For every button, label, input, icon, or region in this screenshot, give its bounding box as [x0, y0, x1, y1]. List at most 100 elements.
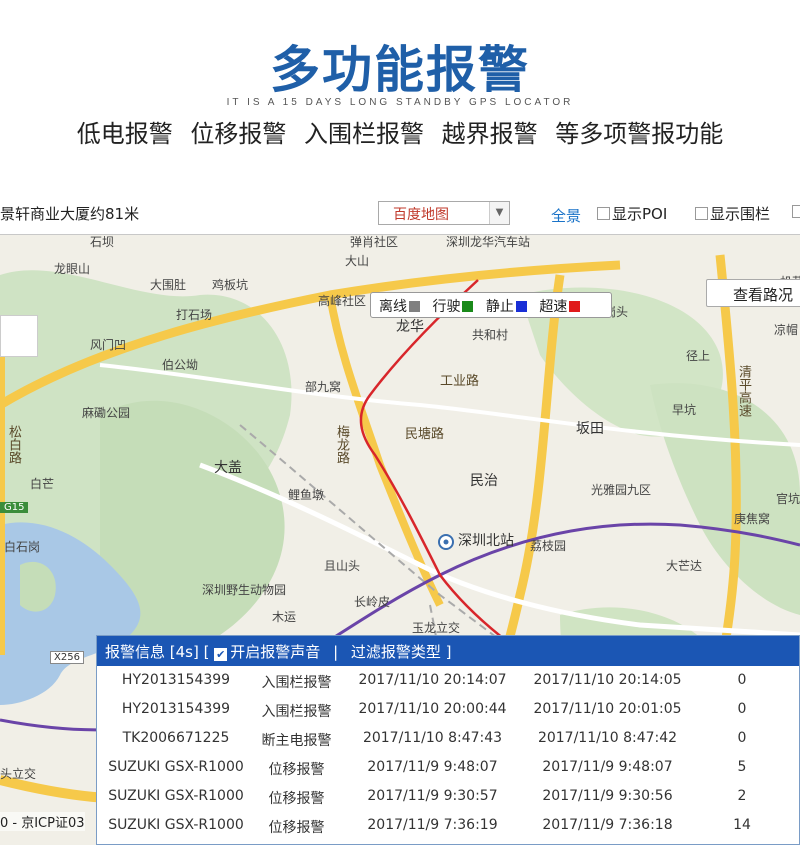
count-cell: 5 — [737, 759, 747, 775]
map-label: 打石场 — [176, 308, 213, 322]
map-label: 长岭皮 — [354, 595, 391, 609]
show-poi-checkbox[interactable]: 显示POI — [597, 203, 667, 224]
table-row[interactable]: TK2006671225 断主电报警 2017/11/10 8:47:43 20… — [97, 724, 799, 753]
checkbox-icon[interactable] — [597, 207, 610, 220]
legend-stationary-label: 静止 — [485, 299, 514, 315]
map-label: 头立交 — [0, 767, 37, 781]
checkbox-icon[interactable] — [792, 205, 800, 218]
map-label: 光雅园九区 — [591, 483, 652, 497]
table-row[interactable]: SUZUKI GSX-R1000 位移报警 2017/11/9 9:48:07 … — [97, 753, 799, 782]
g15-route-badge: G15 — [0, 502, 29, 513]
show-poi-label: 显示POI — [612, 205, 668, 223]
map-label: 梅龙路 — [334, 425, 349, 464]
map-label: 大盖 — [214, 460, 242, 476]
show-fence-checkbox[interactable]: 显示围栏 — [695, 203, 770, 224]
bracket-open: [ — [203, 643, 210, 661]
map-type-value: 百度地图 — [393, 207, 449, 223]
alarm-type-cell: 位移报警 — [268, 762, 325, 778]
extra-checkbox[interactable] — [792, 203, 800, 221]
map-label: 高峰社区 — [318, 294, 367, 308]
map-label: 深圳龙华汽车站 — [446, 235, 531, 249]
map-label: 鸡板坑 — [212, 278, 249, 292]
device-id-cell: SUZUKI GSX-R1000 — [108, 759, 244, 775]
legend-driving-swatch — [462, 301, 474, 312]
map-label: 大围肚 — [150, 278, 187, 292]
map-zoom-control[interactable] — [0, 315, 38, 357]
map-label: 早坑 — [672, 403, 697, 417]
legend-stationary-swatch — [515, 301, 527, 312]
alarm-time-cell: 2017/11/9 7:36:19 — [367, 817, 498, 833]
map-label: 深圳北站 — [458, 533, 514, 549]
device-id-cell: SUZUKI GSX-R1000 — [108, 788, 244, 804]
map-type-select[interactable]: 百度地图 ▼ — [378, 201, 510, 225]
alarm-time-cell: 2017/11/9 9:48:07 — [367, 759, 498, 775]
filter-alarm-type-link[interactable]: 过滤报警类型 ] — [351, 643, 452, 661]
device-id-cell: TK2006671225 — [122, 730, 230, 746]
map-label: 且山头 — [324, 559, 361, 573]
gps-time-cell: 2017/11/9 7:36:18 — [542, 817, 673, 833]
device-id-cell: HY2013154399 — [121, 701, 231, 717]
count-cell: 2 — [737, 788, 747, 804]
alarm-type-cell: 入围栏报警 — [261, 704, 332, 720]
gps-time-cell: 2017/11/10 8:47:42 — [537, 730, 678, 746]
alarm-time-cell: 2017/11/10 20:14:07 — [358, 672, 507, 688]
alarm-table: HY2013154399 入围栏报警 2017/11/10 20:14:07 2… — [97, 666, 799, 840]
chevron-down-icon[interactable]: ▼ — [489, 202, 509, 224]
map-label: 大山 — [345, 254, 370, 268]
icp-notice: 0 - 京ICP证03 — [0, 812, 85, 831]
device-id-cell: HY2013154399 — [121, 672, 231, 688]
map-label: 民治 — [470, 473, 498, 489]
view-traffic-button[interactable]: 查看路况 — [706, 279, 800, 307]
alarm-panel-title: 报警信息 [4s] — [105, 643, 199, 661]
map-label: 白芒 — [30, 477, 55, 491]
map-label: 大芒达 — [666, 559, 703, 573]
x256-route-badge: X256 — [50, 651, 84, 664]
banner-subtitle: IT IS A 15 DAYS LONG STANDBY GPS LOCATOR — [226, 97, 574, 108]
alarm-panel-header: 报警信息 [4s] [ ✔ 开启报警声音 | 过滤报警类型 ] — [97, 636, 799, 666]
table-row[interactable]: HY2013154399 入围栏报警 2017/11/10 20:00:44 2… — [97, 695, 799, 724]
map-label: 工业路 — [440, 374, 480, 389]
checkbox-icon[interactable] — [695, 207, 708, 220]
map-label: 部九窝 — [305, 380, 342, 394]
table-row[interactable]: HY2013154399 入围栏报警 2017/11/10 20:14:07 2… — [97, 666, 799, 695]
alarm-time-cell: 2017/11/10 20:00:44 — [358, 701, 507, 717]
map-label: 共和村 — [472, 328, 509, 342]
map-label: 坂田 — [576, 421, 604, 437]
map-label: 弹肖社区 — [350, 235, 399, 249]
alarm-sound-label[interactable]: 开启报警声音 — [230, 643, 320, 661]
count-cell: 0 — [737, 672, 747, 688]
map-label: 庚焦窝 — [734, 512, 771, 526]
device-id-cell: SUZUKI GSX-R1000 — [108, 817, 244, 833]
banner-header: 多功能报警 IT IS A 15 DAYS LONG STANDBY GPS L… — [0, 0, 800, 195]
map-label: 径上 — [686, 349, 711, 363]
map-label: 民塘路 — [405, 427, 445, 442]
map-label: 松白路 — [6, 425, 21, 464]
map-label: 官坑 — [776, 492, 800, 506]
legend-speeding-swatch — [569, 301, 581, 312]
gps-time-cell: 2017/11/9 9:30:56 — [542, 788, 673, 804]
alarm-type-cell: 断主电报警 — [261, 733, 332, 749]
separator: | — [333, 643, 339, 661]
show-fence-label: 显示围栏 — [710, 205, 771, 223]
table-row[interactable]: SUZUKI GSX-R1000 位移报警 2017/11/9 7:36:19 … — [97, 811, 799, 840]
alarm-type-cell: 入围栏报警 — [261, 675, 332, 691]
gps-time-cell: 2017/11/10 20:14:05 — [533, 672, 682, 688]
location-address: 景轩商业大厦约81米 — [0, 205, 140, 223]
alarm-type-cell: 位移报警 — [268, 820, 325, 836]
map-label: 风门凹 — [90, 338, 127, 352]
full-view-link[interactable]: 全景 — [551, 205, 581, 226]
gps-time-cell: 2017/11/10 20:01:05 — [533, 701, 682, 717]
map-label: 伯公坳 — [162, 358, 199, 372]
map-label: 龙眼山 — [54, 262, 91, 276]
feature-list: 低电报警 位移报警 入围栏报警 越界报警 等多项警报功能 — [76, 120, 724, 148]
alarm-time-cell: 2017/11/10 8:47:43 — [362, 730, 503, 746]
map-label: 白石岗 — [4, 540, 41, 554]
alarm-sound-checkbox[interactable]: ✔ — [214, 648, 228, 661]
gps-time-cell: 2017/11/9 9:48:07 — [542, 759, 673, 775]
map-toolbar: 景轩商业大厦约81米 百度地图 ▼ 全景 显示POI 显示围栏 — [0, 195, 800, 235]
map-label: 木运 — [272, 610, 297, 624]
map-label: 清平高速 — [736, 365, 751, 417]
alarm-info-panel: 报警信息 [4s] [ ✔ 开启报警声音 | 过滤报警类型 ] HY2013154… — [96, 635, 800, 845]
table-row[interactable]: SUZUKI GSX-R1000 位移报警 2017/11/9 9:30:57 … — [97, 782, 799, 811]
map-label: 荔枝园 — [530, 539, 567, 553]
